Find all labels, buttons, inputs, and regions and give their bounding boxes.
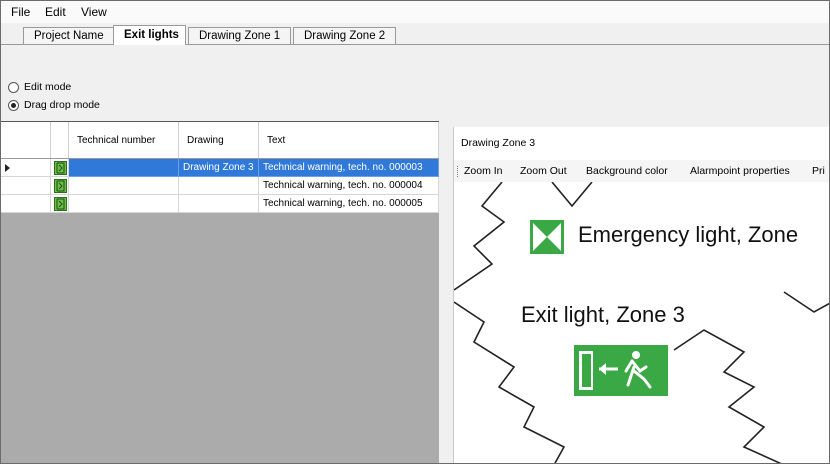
exit-lights-grid[interactable]: Technical number Drawing Text Drawing Zo… xyxy=(1,121,439,463)
technical-number-cell[interactable] xyxy=(69,195,179,213)
drawing-panel: Drawing Zone 3 Zoom In Zoom Out Backgrou… xyxy=(453,127,829,463)
exit-sign-icon xyxy=(54,161,67,175)
background-color-button[interactable]: Background color xyxy=(586,165,668,177)
tab-label: Drawing Zone 2 xyxy=(304,30,386,42)
tab-label: Project Name xyxy=(34,30,104,42)
table-row[interactable]: Technical warning, tech. no. 000005 xyxy=(1,195,439,213)
exit-sign-icon xyxy=(54,179,67,193)
table-row[interactable]: Drawing Zone 3 Technical warning, tech. … xyxy=(1,159,439,177)
app-window: File Edit View Project Name Exit lights … xyxy=(0,0,830,464)
text-cell[interactable]: Technical warning, tech. no. 000003 xyxy=(259,159,439,177)
row-selector[interactable] xyxy=(1,159,51,177)
row-selector[interactable] xyxy=(1,177,51,195)
panel-title: Drawing Zone 3 xyxy=(461,137,536,149)
edit-mode-option[interactable]: Edit mode xyxy=(8,81,71,93)
emergency-light-icon[interactable] xyxy=(530,220,564,254)
emergency-light-label: Emergency light, Zone xyxy=(578,222,799,247)
drag-drop-mode-radio[interactable] xyxy=(8,99,19,111)
menu-view[interactable]: View xyxy=(81,5,107,19)
alarmpoint-properties-button[interactable]: Alarmpoint properties xyxy=(690,165,790,177)
header-row-selector xyxy=(1,122,51,158)
tab-project-name[interactable]: Project Name xyxy=(23,27,115,44)
zoom-out-button[interactable]: Zoom Out xyxy=(520,165,567,177)
drawing-cell[interactable] xyxy=(179,195,259,213)
menu-file[interactable]: File xyxy=(11,5,30,19)
text-cell[interactable]: Technical warning, tech. no. 000004 xyxy=(259,177,439,195)
menu-edit[interactable]: Edit xyxy=(45,5,66,19)
table-row[interactable]: Technical warning, tech. no. 000004 xyxy=(1,177,439,195)
tab-drawing-zone-1[interactable]: Drawing Zone 1 xyxy=(188,27,291,44)
print-button[interactable]: Pri xyxy=(812,165,825,177)
header-drawing[interactable]: Drawing xyxy=(179,122,259,158)
row-selector[interactable] xyxy=(1,195,51,213)
zoom-in-button[interactable]: Zoom In xyxy=(464,165,503,177)
menu-bar: File Edit View xyxy=(1,1,829,24)
drag-drop-mode-option[interactable]: Drag drop mode xyxy=(8,99,100,111)
drawing-canvas[interactable]: Emergency light, Zone Exit light, Zone 3 xyxy=(454,182,829,463)
current-row-arrow-icon xyxy=(5,164,10,172)
drawing-cell[interactable]: Drawing Zone 3 xyxy=(179,159,259,177)
text-cell[interactable]: Technical warning, tech. no. 000005 xyxy=(259,195,439,213)
tab-label: Drawing Zone 1 xyxy=(199,30,281,42)
drawing-cell[interactable] xyxy=(179,177,259,195)
drag-drop-mode-label: Drag drop mode xyxy=(24,99,100,111)
tab-exit-lights[interactable]: Exit lights xyxy=(113,25,186,45)
exit-light-label: Exit light, Zone 3 xyxy=(521,302,685,327)
exit-light-icon[interactable] xyxy=(574,345,668,396)
header-text[interactable]: Text xyxy=(259,122,439,158)
edit-mode-label: Edit mode xyxy=(24,81,72,93)
toolbar-grip-icon[interactable] xyxy=(457,166,460,177)
exit-sign-icon xyxy=(54,197,67,211)
tab-drawing-zone-2[interactable]: Drawing Zone 2 xyxy=(293,27,396,44)
drawing-toolbar: Zoom In Zoom Out Background color Alarmp… xyxy=(454,160,829,182)
grid-header: Technical number Drawing Text xyxy=(1,122,439,159)
header-technical-number[interactable]: Technical number xyxy=(69,122,179,158)
tab-label: Exit lights xyxy=(124,29,179,41)
header-icon-column xyxy=(51,122,69,158)
technical-number-cell[interactable] xyxy=(69,159,179,177)
tab-strip: Project Name Exit lights Drawing Zone 1 … xyxy=(1,23,829,45)
edit-mode-radio[interactable] xyxy=(8,81,19,93)
technical-number-cell[interactable] xyxy=(69,177,179,195)
